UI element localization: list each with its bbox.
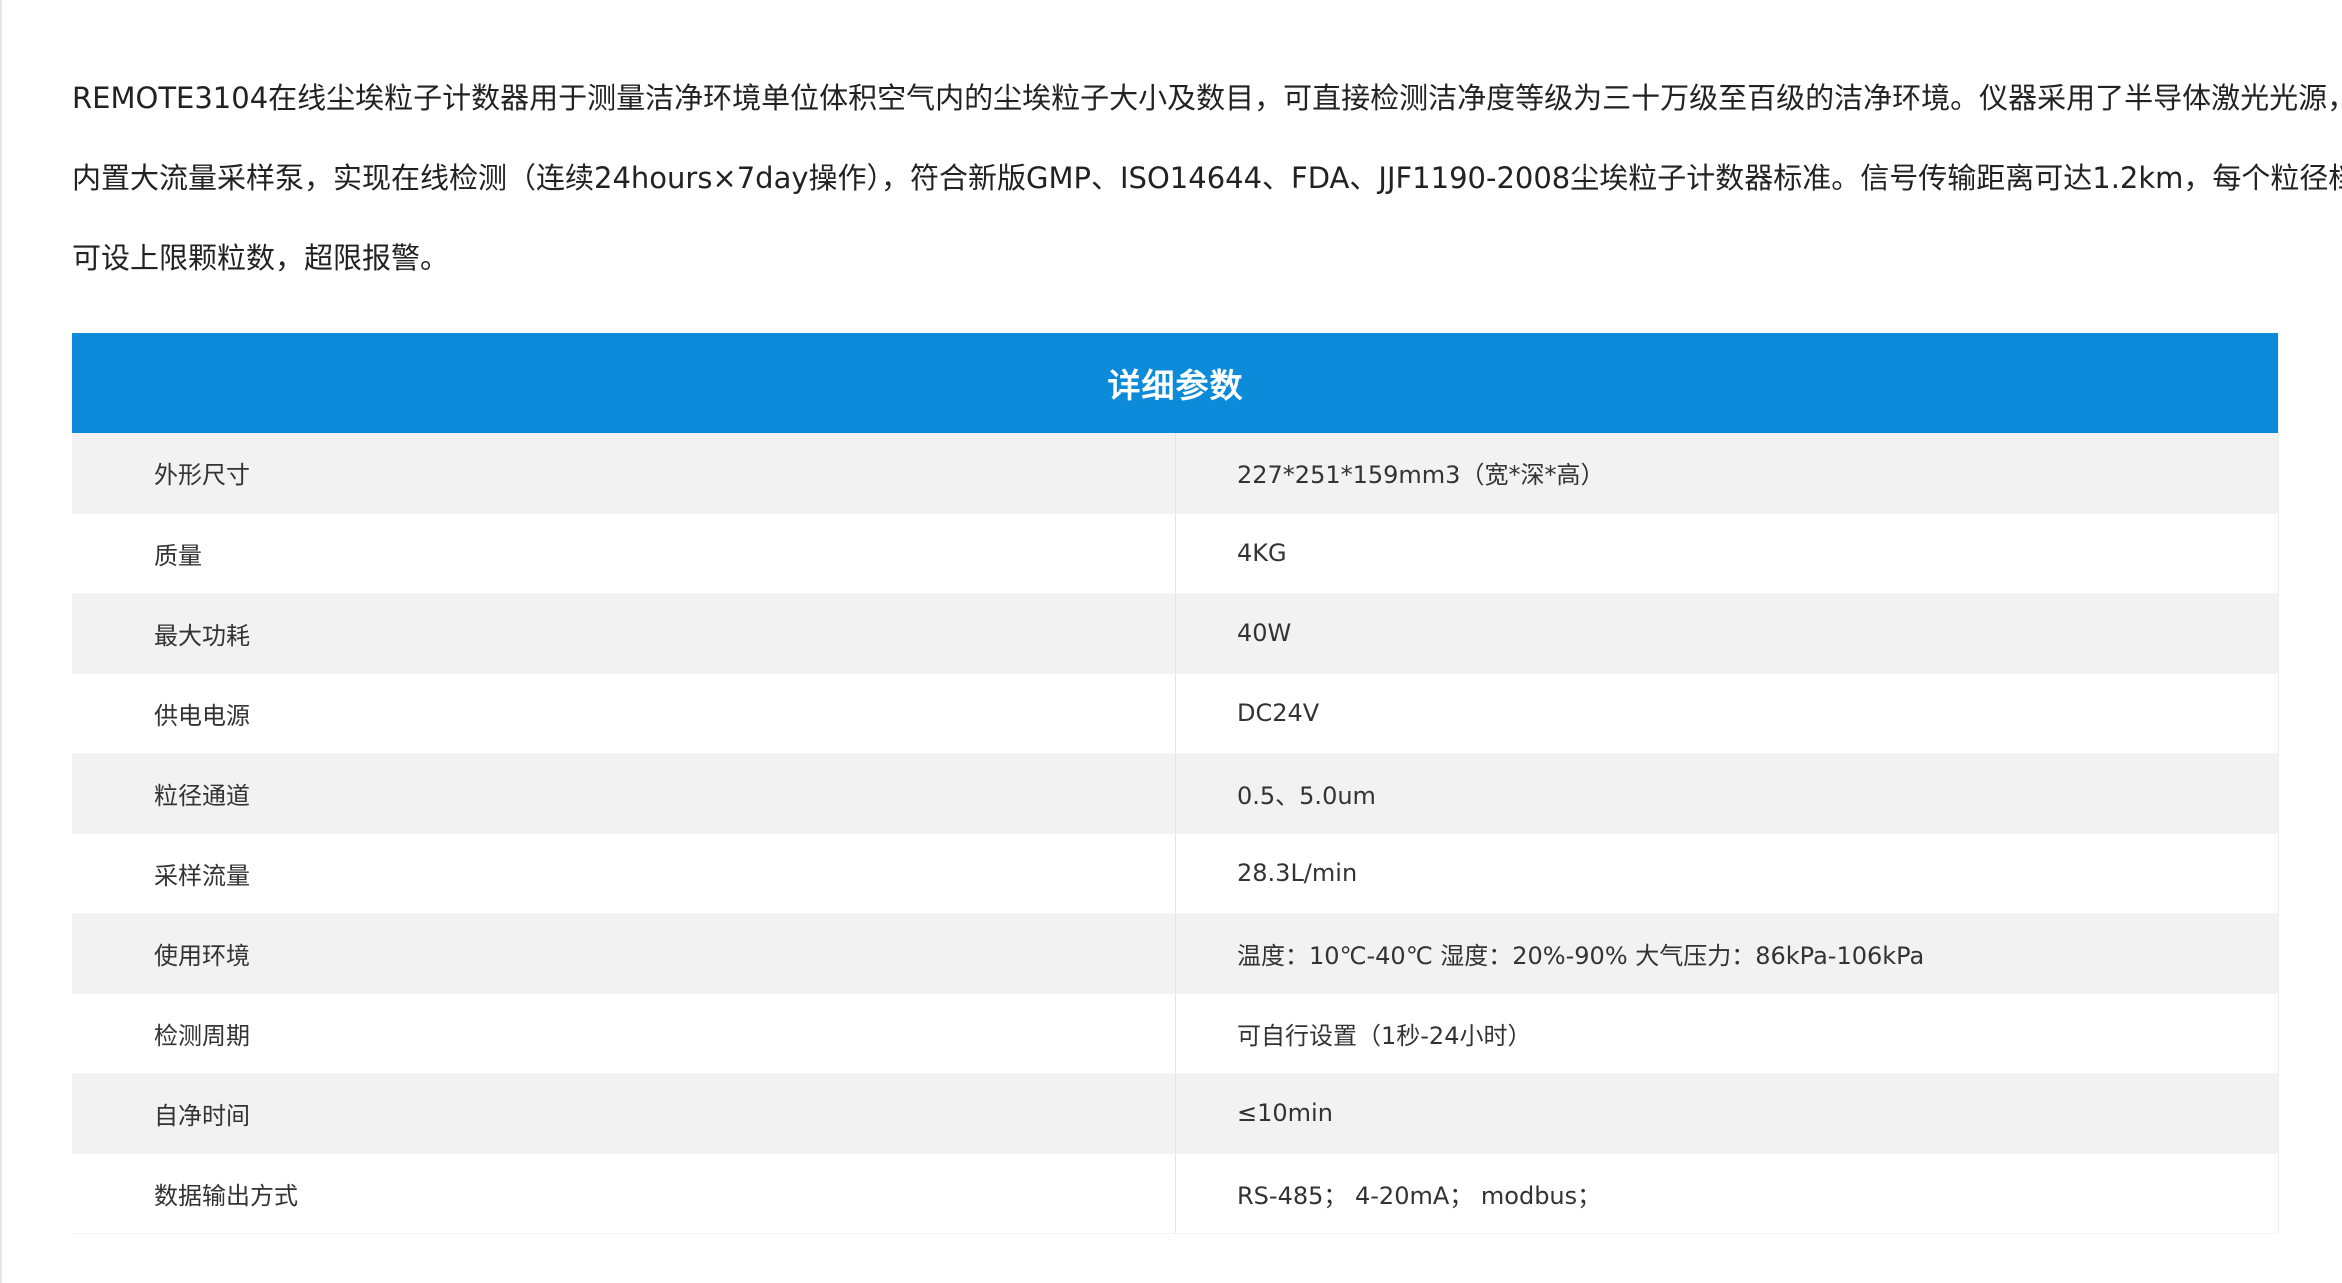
spec-row-sample-flow: 采样流量 28.3L/min — [72, 833, 2279, 914]
spec-value: DC24V — [1175, 673, 2279, 754]
table-right-border — [2278, 333, 2279, 1233]
spec-row-self-clean-time: 自净时间 ≤10min — [72, 1073, 2279, 1154]
spec-label: 自净时间 — [72, 1073, 1176, 1154]
spec-row-power-supply: 供电电源 DC24V — [72, 673, 2279, 754]
spec-label: 使用环境 — [72, 913, 1176, 994]
spec-label: 质量 — [72, 513, 1176, 594]
spec-value: 40W — [1175, 593, 2279, 674]
spec-table-heading: 详细参数 — [72, 333, 2279, 433]
spec-value: 可自行设置（1秒-24小时） — [1175, 993, 2279, 1074]
spec-row-dimensions: 外形尺寸 227*251*159mm3（宽*深*高） — [72, 433, 2279, 514]
spec-row-detection-cycle: 检测周期 可自行设置（1秒-24小时） — [72, 993, 2279, 1074]
spec-label: 最大功耗 — [72, 593, 1176, 674]
spec-row-data-output: 数据输出方式 RS-485； 4-20mA； modbus； — [72, 1153, 2279, 1234]
description-line: REMOTE3104在线尘埃粒子计数器用于测量洁净环境单位体积空气内的尘埃粒子大… — [72, 81, 2342, 115]
spec-row-max-power: 最大功耗 40W — [72, 593, 2279, 674]
spec-value: 0.5、5.0um — [1175, 753, 2279, 834]
spec-value: 28.3L/min — [1175, 833, 2279, 914]
spec-label: 采样流量 — [72, 833, 1176, 914]
product-description: REMOTE3104在线尘埃粒子计数器用于测量洁净环境单位体积空气内的尘埃粒子大… — [72, 58, 2342, 298]
spec-table: 详细参数 外形尺寸 227*251*159mm3（宽*深*高） 质量 4KG 最… — [72, 333, 2279, 1234]
spec-label: 供电电源 — [72, 673, 1176, 754]
spec-row-weight: 质量 4KG — [72, 513, 2279, 594]
spec-label: 数据输出方式 — [72, 1153, 1176, 1234]
spec-value: 4KG — [1175, 513, 2279, 594]
description-line: 内置大流量采样泵，实现在线检测（连续24hours×7day操作），符合新版GM… — [72, 161, 2342, 195]
spec-label: 粒径通道 — [72, 753, 1176, 834]
spec-row-environment: 使用环境 温度：10℃-40℃ 湿度：20%-90% 大气压力：86kPa-10… — [72, 913, 2279, 994]
spec-table-header-row: 详细参数 — [72, 333, 2279, 433]
spec-row-particle-channels: 粒径通道 0.5、5.0um — [72, 753, 2279, 834]
spec-value: 温度：10℃-40℃ 湿度：20%-90% 大气压力：86kPa-106kPa — [1175, 913, 2279, 994]
spec-value: 227*251*159mm3（宽*深*高） — [1175, 433, 2279, 514]
description-line: 可设上限颗粒数，超限报警。 — [72, 241, 450, 275]
spec-label: 检测周期 — [72, 993, 1176, 1074]
spec-label: 外形尺寸 — [72, 433, 1176, 514]
spec-value: RS-485； 4-20mA； modbus； — [1175, 1153, 2279, 1234]
spec-value: ≤10min — [1175, 1073, 2279, 1154]
